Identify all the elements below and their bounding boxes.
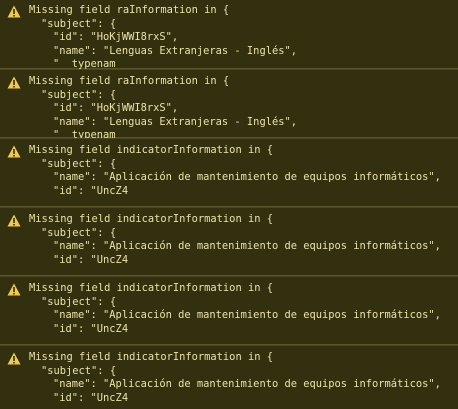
- console-warning-message[interactable]: Missing field raInformation in { "subjec…: [0, 0, 458, 70]
- warning-icon: [7, 5, 21, 18]
- object-line: "subject": {: [41, 157, 117, 170]
- object-line: "subject": {: [41, 295, 117, 308]
- warning-icon: [7, 283, 21, 296]
- object-line: "id": "UncZ4: [53, 322, 129, 335]
- object-line: "id": "HoKjWWI8rxS",: [53, 102, 179, 114]
- object-line: "id": "UncZ4: [53, 253, 129, 266]
- object-line: "id": "UncZ4: [53, 391, 129, 404]
- warning-header: Missing field indicatorInformation in {: [29, 351, 273, 363]
- object-line: "name": "Aplicación de mantenimiento de …: [53, 240, 441, 252]
- object-line: "subject": {: [41, 17, 117, 30]
- object-line: "id": "UncZ4: [53, 184, 129, 197]
- warning-header: Missing field indicatorInformation in {: [29, 144, 273, 156]
- warning-icon: [7, 352, 21, 365]
- warning-icon: [7, 145, 21, 158]
- warning-header: Missing field indicatorInformation in {: [29, 213, 273, 225]
- warning-header: Missing field raInformation in {: [29, 4, 230, 16]
- object-line: "subject": {: [41, 88, 117, 101]
- object-line: "name": "Aplicación de mantenimiento de …: [53, 378, 441, 390]
- object-line: "subject": {: [41, 226, 117, 239]
- object-line: "name": "Aplicación de mantenimiento de …: [53, 309, 441, 321]
- warning-header: Missing field indicatorInformation in {: [29, 282, 273, 294]
- console-warning-message[interactable]: Missing field indicatorInformation in { …: [0, 345, 458, 409]
- console-panel: Missing field raInformation in { "subjec…: [0, 0, 458, 409]
- object-line: "name": "Lenguas Extranjeras - Inglés",: [53, 44, 297, 57]
- object-line: "subject": {: [41, 364, 117, 377]
- warning-icon: [7, 76, 21, 89]
- object-line: "id": "HoKjWWI8rxS",: [53, 31, 179, 43]
- console-warning-message[interactable]: Missing field raInformation in { "subjec…: [0, 69, 458, 141]
- console-warning-message[interactable]: Missing field indicatorInformation in { …: [0, 207, 458, 276]
- object-line: "name": "Lenguas Extranjeras - Inglés",: [53, 115, 297, 128]
- console-warning-message[interactable]: Missing field indicatorInformation in { …: [0, 276, 458, 345]
- object-line: "name": "Aplicación de mantenimiento de …: [53, 171, 441, 183]
- console-warning-message[interactable]: Missing field indicatorInformation in { …: [0, 138, 458, 207]
- warning-header: Missing field raInformation in {: [29, 75, 230, 87]
- warning-icon: [7, 214, 21, 227]
